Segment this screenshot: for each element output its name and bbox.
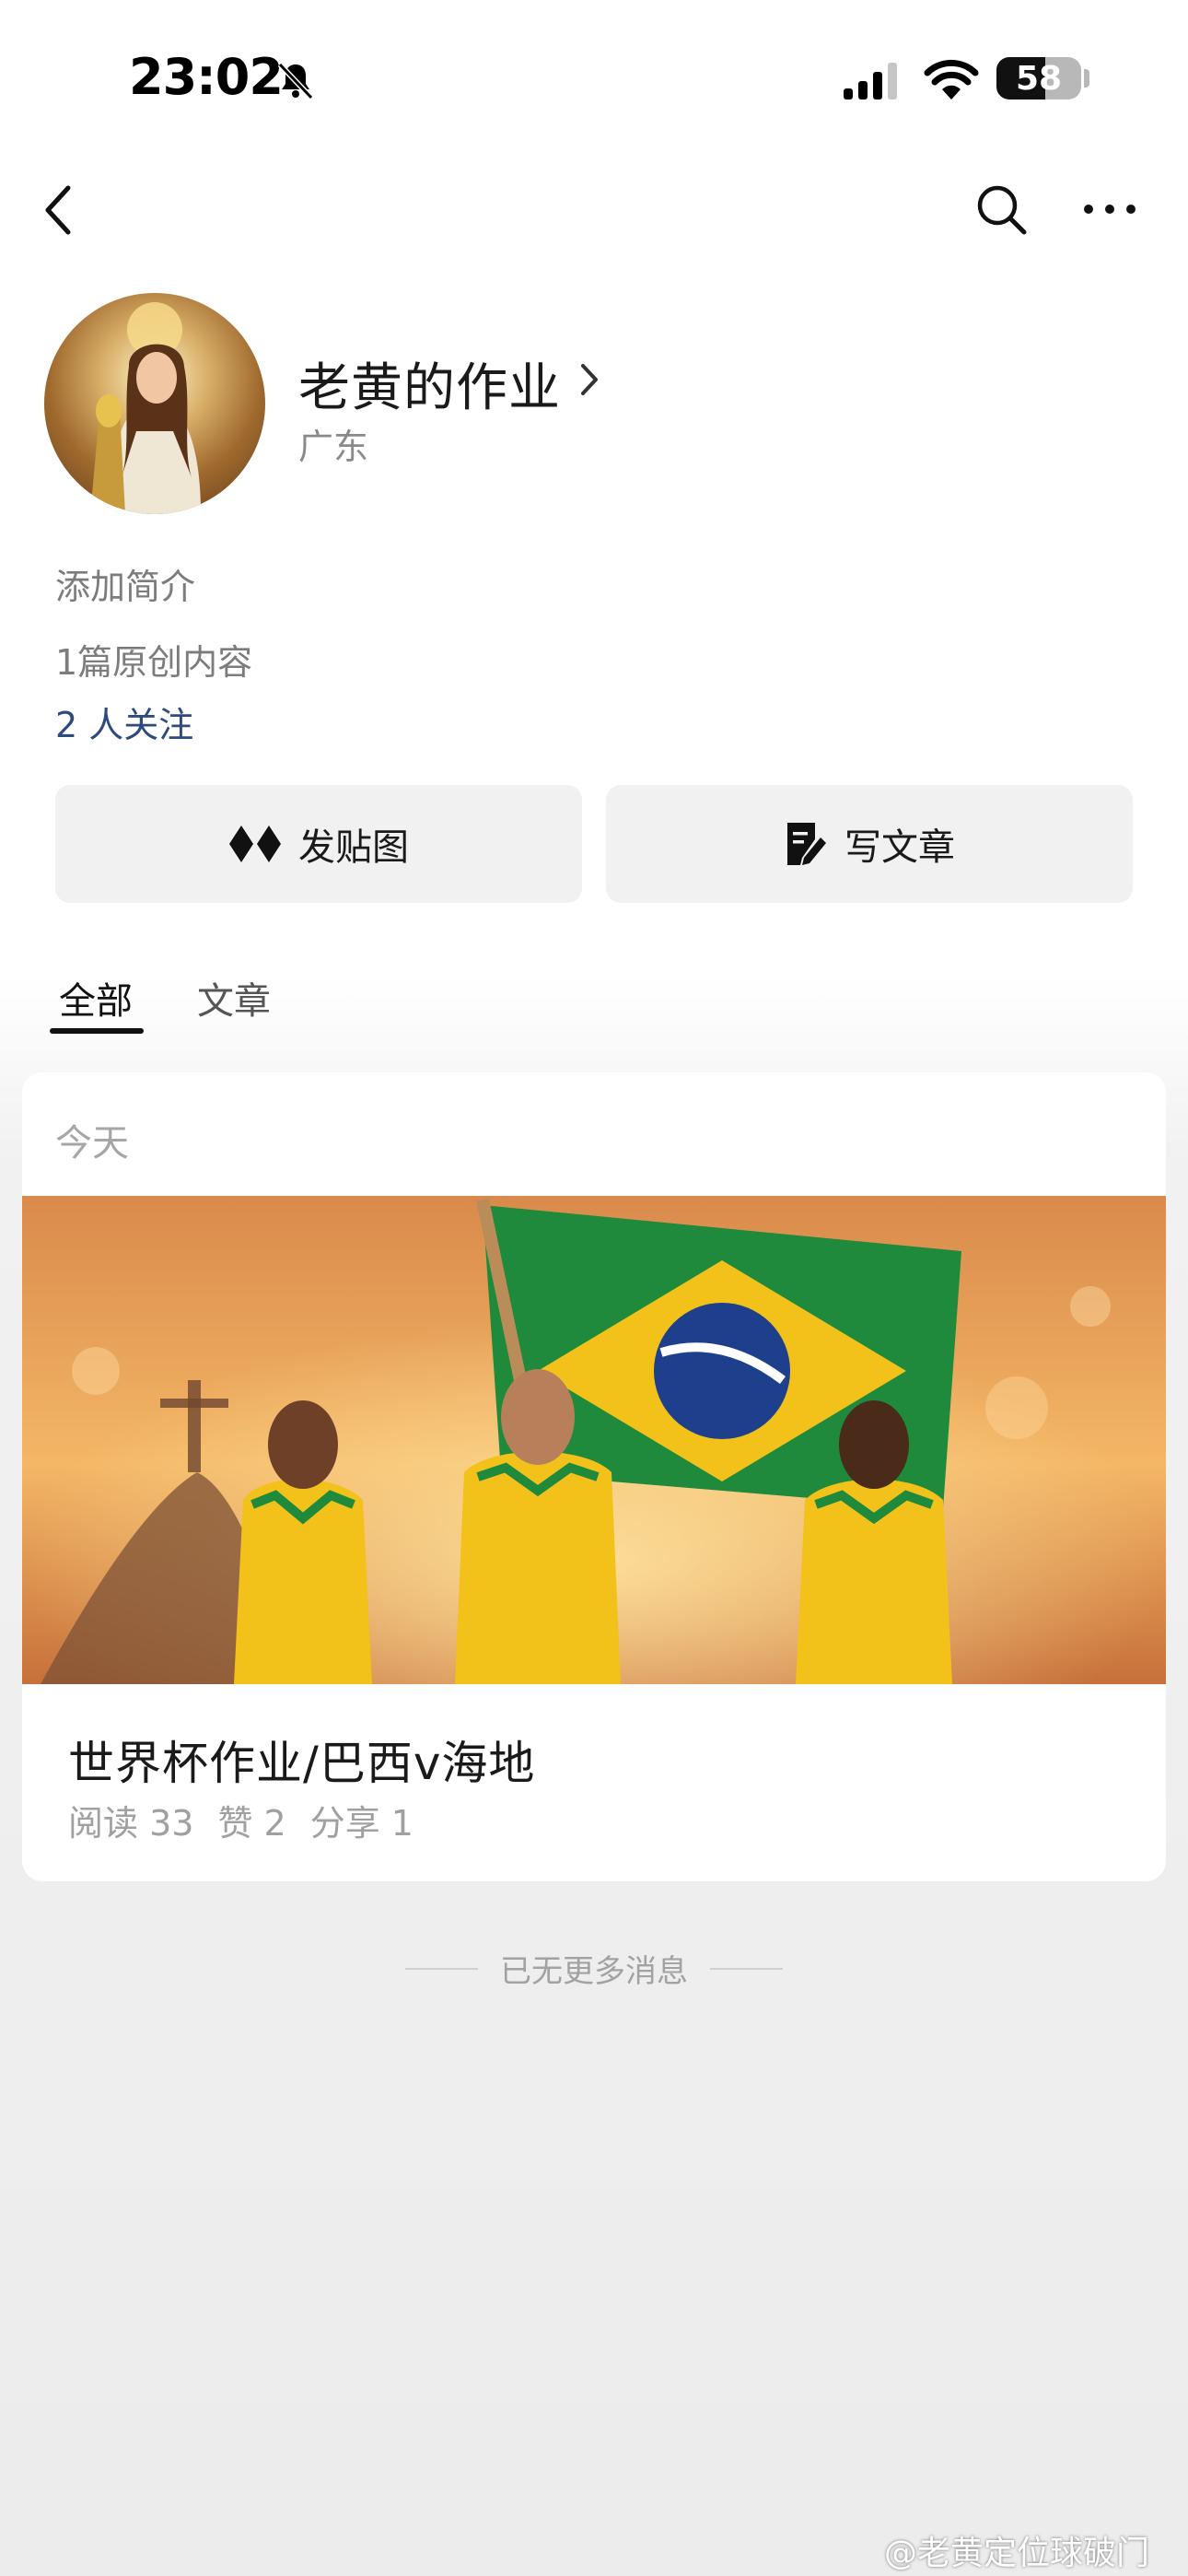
battery-level: 58 xyxy=(1015,60,1063,98)
post-shares: 分享 1 xyxy=(309,1803,413,1844)
more-options-icon[interactable] xyxy=(1081,195,1138,223)
add-bio-link[interactable]: 添加简介 xyxy=(55,558,195,609)
team-photo-icon xyxy=(22,1196,1166,1684)
avatar[interactable] xyxy=(44,293,265,514)
status-time: 23:02 xyxy=(129,48,284,106)
search-icon[interactable] xyxy=(974,182,1028,236)
wifi-icon xyxy=(924,59,979,100)
watermark: @老黄定位球破门 xyxy=(884,2535,1150,2572)
tab-articles[interactable]: 文章 xyxy=(197,971,271,1025)
end-of-list-text: 已无更多消息 xyxy=(0,1946,1188,1991)
write-article-icon xyxy=(787,823,826,865)
post-likes: 赞 2 xyxy=(217,1803,286,1844)
profile-region: 广东 xyxy=(298,427,369,467)
post-image-label: 发贴图 xyxy=(298,826,409,869)
silent-bell-icon xyxy=(277,62,314,100)
active-tab-indicator xyxy=(50,1028,144,1034)
chevron-right-icon[interactable] xyxy=(578,361,600,398)
back-arrow-icon[interactable] xyxy=(41,182,77,238)
post-image-button[interactable]: 发贴图 xyxy=(55,785,582,903)
avatar-image xyxy=(90,302,201,514)
tab-all[interactable]: 全部 xyxy=(59,971,133,1025)
battery-tip xyxy=(1084,69,1089,88)
post-image-icon xyxy=(229,825,281,862)
post-reads: 阅读 33 xyxy=(68,1803,194,1844)
followers-link[interactable]: 2 人关注 xyxy=(55,697,193,747)
cellular-signal-icon xyxy=(844,63,897,100)
feed-date: 今天 xyxy=(55,1122,129,1165)
post-card[interactable]: 今天 世界杯作业/巴西v海地 阅读 33 赞 2 分享 1 xyxy=(22,1072,1166,1881)
profile-name[interactable]: 老黄的作业 xyxy=(298,346,561,421)
write-article-button[interactable]: 写文章 xyxy=(606,785,1133,903)
end-of-list-label: 已无更多消息 xyxy=(478,1953,710,1990)
write-article-label: 写文章 xyxy=(844,826,955,869)
original-content-count: 1篇原创内容 xyxy=(55,642,253,683)
post-title[interactable]: 世界杯作业/巴西v海地 xyxy=(68,1727,535,1793)
battery-indicator: 58 xyxy=(996,57,1081,100)
post-stats: 阅读 33 赞 2 分享 1 xyxy=(68,1795,413,1845)
